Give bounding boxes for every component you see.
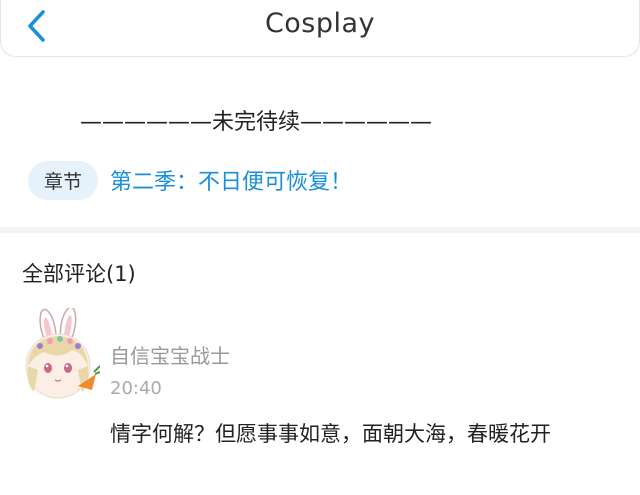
comments-heading: 全部评论(1) (22, 262, 136, 286)
comment-time: 20:40 (110, 378, 162, 399)
chapter-link[interactable]: 第二季：不日便可恢复！ (110, 164, 352, 196)
comment-body: 情字何解？但愿事事如意，面朝大海，春暖花开 (110, 422, 551, 446)
section-divider (0, 227, 640, 233)
top-bar: Cosplay (0, 0, 640, 57)
to-be-continued-notice: ——————未完待续—————— (80, 110, 433, 135)
chapter-row: 章节 第二季：不日便可恢复！ (28, 160, 352, 200)
comment-username[interactable]: 自信宝宝战士 (110, 340, 230, 369)
page-title: Cosplay (264, 8, 376, 39)
chapter-badge: 章节 (28, 160, 99, 200)
user-avatar[interactable] (20, 308, 100, 400)
